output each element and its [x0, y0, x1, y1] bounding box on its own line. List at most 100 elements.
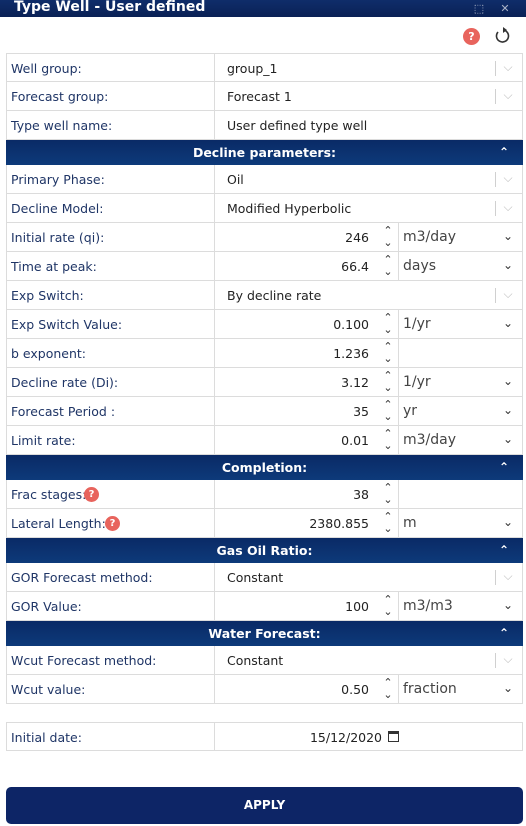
decline-parameters-title: Decline parameters:	[192, 145, 337, 160]
gas-oil-ratio-title: Gas Oil Ratio:	[216, 543, 313, 558]
help-icon[interactable]: ?	[84, 487, 99, 502]
help-icon[interactable]: ?	[463, 28, 480, 45]
time-at-peak-input[interactable]: 66.4	[341, 252, 369, 281]
window-title: Type Well - User defined	[14, 0, 206, 15]
title-bar: Type Well - User defined ⬚ ✕	[0, 0, 526, 17]
help-icon[interactable]: ?	[105, 516, 120, 531]
spinner[interactable]: ⌃ ⌄	[381, 482, 395, 507]
gor-method-label: GOR Forecast method:	[11, 570, 153, 585]
type-well-name-input[interactable]: User defined type well	[227, 111, 367, 140]
limit-rate-label: Limit rate:	[11, 433, 76, 448]
forecast-period-input[interactable]: 35	[353, 397, 369, 426]
chevron-down-icon[interactable]: ⌄	[501, 229, 515, 243]
spinner[interactable]: ⌃ ⌄	[381, 370, 395, 395]
initial-date-input[interactable]: 15/12/2020	[310, 723, 382, 752]
lateral-length-label: Lateral Length:	[11, 516, 106, 531]
chevron-down-icon[interactable]: ⌵	[501, 569, 515, 583]
decline-rate-unit[interactable]: 1/yr	[403, 368, 431, 397]
gor-value-input[interactable]: 100	[345, 592, 369, 621]
type-well-form: Well group: group_1 ⌵ Forecast group: Fo…	[6, 53, 523, 751]
initial-rate-input[interactable]: 246	[345, 223, 369, 252]
apply-button[interactable]: APPLY	[6, 787, 523, 824]
decline-model-label: Decline Model:	[11, 201, 104, 216]
spinner[interactable]: ⌃ ⌄	[381, 428, 395, 453]
limit-rate-input[interactable]: 0.01	[341, 426, 369, 455]
wcut-value-unit[interactable]: fraction	[403, 675, 457, 704]
frac-stages-label: Frac stages:	[11, 487, 87, 502]
decline-rate-row: Decline rate (Di): 3.12 ⌃ ⌄ 1/yr ⌄	[6, 368, 523, 397]
frac-stages-input[interactable]: 38	[353, 480, 369, 509]
initial-date-label: Initial date:	[11, 730, 82, 745]
spinner[interactable]: ⌃ ⌄	[381, 511, 395, 536]
forecast-group-select[interactable]: Forecast 1	[227, 82, 292, 111]
spinner[interactable]: ⌃ ⌄	[381, 677, 395, 702]
lateral-length-row: Lateral Length: ? 2380.855 ⌃ ⌄ m ⌄	[6, 509, 523, 538]
close-icon[interactable]: ✕	[498, 0, 512, 17]
chevron-down-icon[interactable]: ⌄	[501, 374, 515, 388]
decline-model-select[interactable]: Modified Hyperbolic	[227, 194, 351, 223]
completion-header[interactable]: Completion: ⌃	[6, 455, 523, 480]
well-group-select[interactable]: group_1	[227, 54, 278, 83]
collapse-icon[interactable]: ⌃	[499, 140, 509, 165]
forecast-group-label: Forecast group:	[11, 89, 109, 104]
time-at-peak-label: Time at peak:	[11, 259, 97, 274]
reset-icon[interactable]	[494, 27, 512, 45]
exp-switch-label: Exp Switch:	[11, 288, 84, 303]
water-forecast-title: Water Forecast:	[208, 626, 321, 641]
chevron-down-icon[interactable]: ⌵	[501, 200, 515, 214]
completion-title: Completion:	[221, 460, 308, 475]
gor-value-unit[interactable]: m3/m3	[403, 592, 453, 621]
exp-switch-select[interactable]: By decline rate	[227, 281, 321, 310]
chevron-down-icon[interactable]: ⌵	[501, 88, 515, 102]
collapse-icon[interactable]: ⌃	[499, 455, 509, 480]
gas-oil-ratio-header[interactable]: Gas Oil Ratio: ⌃	[6, 538, 523, 563]
spinner[interactable]: ⌃ ⌄	[381, 341, 395, 366]
initial-date-row: Initial date: 15/12/2020	[6, 722, 523, 751]
spinner[interactable]: ⌃ ⌄	[381, 312, 395, 337]
wcut-method-label: Wcut Forecast method:	[11, 653, 157, 668]
primary-phase-select[interactable]: Oil	[227, 165, 244, 194]
decline-rate-input[interactable]: 3.12	[341, 368, 369, 397]
chevron-down-icon[interactable]: ⌵	[501, 171, 515, 185]
chevron-down-icon[interactable]: ⌵	[501, 60, 515, 74]
maximize-icon[interactable]: ⬚	[472, 0, 486, 17]
lateral-length-input[interactable]: 2380.855	[309, 509, 369, 538]
chevron-down-icon[interactable]: ⌄	[501, 316, 515, 330]
decline-model-row: Decline Model: Modified Hyperbolic ⌵	[6, 194, 523, 223]
b-exponent-input[interactable]: 1.236	[333, 339, 369, 368]
chevron-down-icon[interactable]: ⌵	[501, 652, 515, 666]
chevron-down-icon[interactable]: ⌄	[501, 681, 515, 695]
spinner[interactable]: ⌃ ⌄	[381, 254, 395, 279]
water-forecast-header[interactable]: Water Forecast: ⌃	[6, 621, 523, 646]
exp-switch-value-input[interactable]: 0.100	[333, 310, 369, 339]
lateral-length-unit[interactable]: m	[403, 509, 417, 538]
type-well-name-row: Type well name: User defined type well	[6, 111, 523, 140]
spinner[interactable]: ⌃ ⌄	[381, 399, 395, 424]
wcut-method-select[interactable]: Constant	[227, 646, 283, 675]
chevron-down-icon[interactable]: ⌄	[501, 432, 515, 446]
forecast-period-unit[interactable]: yr	[403, 397, 417, 426]
chevron-down-icon[interactable]: ⌵	[501, 287, 515, 301]
exp-switch-value-label: Exp Switch Value:	[11, 317, 123, 332]
chevron-down-icon[interactable]: ⌄	[501, 403, 515, 417]
chevron-down-icon[interactable]: ⌄	[501, 598, 515, 612]
initial-rate-unit[interactable]: m3/day	[403, 223, 456, 252]
spinner[interactable]: ⌃ ⌄	[381, 594, 395, 619]
primary-phase-row: Primary Phase: Oil ⌵	[6, 165, 523, 194]
calendar-icon[interactable]	[388, 731, 399, 742]
exp-switch-value-row: Exp Switch Value: 0.100 ⌃ ⌄ 1/yr ⌄	[6, 310, 523, 339]
chevron-down-icon[interactable]: ⌄	[501, 515, 515, 529]
wcut-value-input[interactable]: 0.50	[341, 675, 369, 704]
spinner[interactable]: ⌃ ⌄	[381, 225, 395, 250]
b-exponent-row: b exponent: 1.236 ⌃ ⌄	[6, 339, 523, 368]
decline-parameters-header[interactable]: Decline parameters: ⌃	[6, 140, 523, 165]
limit-rate-unit[interactable]: m3/day	[403, 426, 456, 455]
collapse-icon[interactable]: ⌃	[499, 621, 509, 646]
gor-method-select[interactable]: Constant	[227, 563, 283, 592]
time-at-peak-unit[interactable]: days	[403, 252, 436, 281]
exp-switch-value-unit[interactable]: 1/yr	[403, 310, 431, 339]
chevron-down-icon[interactable]: ⌄	[501, 258, 515, 272]
collapse-icon[interactable]: ⌃	[499, 538, 509, 563]
decline-rate-label: Decline rate (Di):	[11, 375, 119, 390]
well-group-label: Well group:	[11, 61, 82, 76]
